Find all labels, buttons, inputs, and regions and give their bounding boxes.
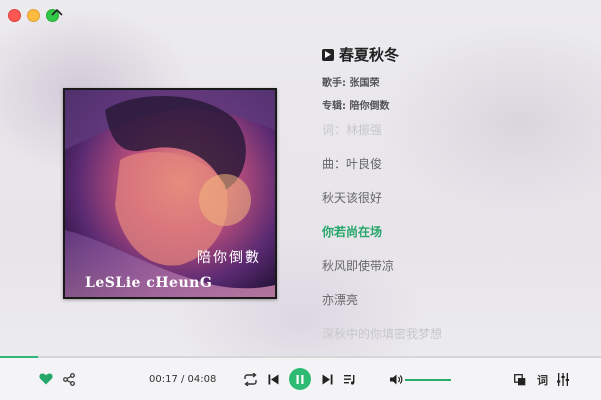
mini-player-icon[interactable] [514,374,526,386]
pause-button[interactable] [289,368,311,390]
playback-time: 00:17 / 04:08 [149,374,217,385]
play-square-icon[interactable] [322,48,334,61]
album-cover-artist: LeSLie cHeunG [85,275,213,291]
heart-icon[interactable] [39,373,53,385]
lyrics-toggle-button[interactable]: 词 [537,372,548,388]
lyric-line: 秋天该很好 [322,191,383,205]
song-singer[interactable]: 歌手: 张国荣 [322,74,399,89]
repeat-icon[interactable] [243,373,258,386]
volume-slider[interactable] [405,379,451,381]
lyric-line: 词：林振强 [322,123,383,137]
album-cover: 陪你倒數 LeSLie cHeunG [63,88,277,299]
lyric-line: 秋风即使带凉 [322,259,395,273]
song-title: 春夏秋冬 [339,46,400,64]
close-window-button[interactable] [8,9,21,22]
lyric-line: 亦漂亮 [322,293,359,307]
song-info: 春夏秋冬 歌手: 张国荣 专辑: 陪你倒数 [322,44,399,112]
share-icon[interactable] [63,373,75,386]
equalizer-icon[interactable] [557,373,569,386]
album-cover-title: 陪你倒數 [197,250,261,266]
lyric-line: 深秋中的你填密我梦想 [322,327,443,341]
lyric-line-active: 你若尚在场 [322,225,383,239]
minimize-window-button[interactable] [27,9,40,22]
pause-icon [296,374,304,384]
volume-icon[interactable] [390,374,403,385]
chevron-up-icon[interactable] [50,6,64,18]
song-album[interactable]: 专辑: 陪你倒数 [322,97,399,112]
playlist-icon[interactable] [344,374,356,385]
next-icon[interactable] [322,374,333,385]
previous-icon[interactable] [268,374,279,385]
lyric-line: 曲：叶良俊 [322,157,383,171]
